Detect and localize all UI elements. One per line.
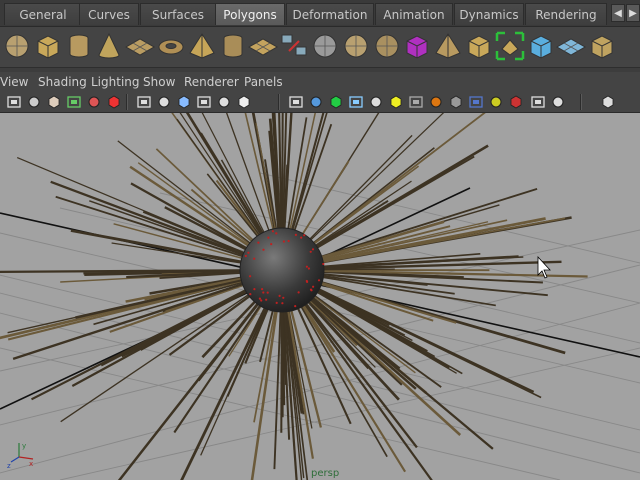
shelf-tab-rendering[interactable]: Rendering bbox=[525, 3, 607, 25]
mirror-icon[interactable] bbox=[400, 29, 434, 63]
isolate-select-icon[interactable] bbox=[508, 94, 524, 110]
booleans-icon[interactable] bbox=[370, 29, 404, 63]
shelf-tab-curves[interactable]: Curves bbox=[79, 3, 139, 25]
menu-view[interactable]: View bbox=[0, 75, 28, 89]
axis-gizmo: y x z bbox=[7, 442, 33, 470]
shelf-tab-deformation[interactable]: Deformation bbox=[286, 3, 374, 25]
toolbar-separator bbox=[278, 94, 280, 110]
camera-attributes-icon[interactable] bbox=[26, 94, 42, 110]
shelf-tab-general[interactable]: General bbox=[4, 3, 82, 25]
poly-sphere-icon[interactable] bbox=[0, 29, 34, 63]
shelf-tab-animation[interactable]: Animation bbox=[375, 3, 453, 25]
2d-pan-zoom-icon[interactable] bbox=[86, 94, 102, 110]
extrude-icon[interactable] bbox=[431, 29, 465, 63]
image-plane-icon[interactable] bbox=[66, 94, 82, 110]
poly-pyramid-icon[interactable] bbox=[185, 29, 219, 63]
textured-icon[interactable] bbox=[368, 94, 384, 110]
svg-text:z: z bbox=[7, 462, 11, 470]
panel-toolbar bbox=[0, 92, 640, 113]
depth-of-field-icon[interactable] bbox=[488, 94, 504, 110]
shadows-icon[interactable] bbox=[408, 94, 424, 110]
bridge-icon[interactable] bbox=[462, 29, 496, 63]
bevel-icon[interactable] bbox=[554, 29, 588, 63]
smooth-shade-icon[interactable] bbox=[308, 94, 324, 110]
menu-show[interactable]: Show bbox=[143, 75, 175, 89]
gate-mask-icon[interactable] bbox=[196, 94, 212, 110]
xray-joints-icon[interactable] bbox=[530, 94, 546, 110]
toolbar-separator bbox=[126, 94, 128, 110]
motion-blur-icon[interactable] bbox=[448, 94, 464, 110]
panel-menu-bar: View Shading Lighting Show Renderer Panels bbox=[0, 72, 640, 92]
poly-cylinder-icon[interactable] bbox=[62, 29, 96, 63]
field-chart-icon[interactable] bbox=[216, 94, 232, 110]
sea-urchin-body[interactable] bbox=[239, 227, 325, 313]
svg-text:x: x bbox=[29, 460, 33, 468]
shelf-tab-dynamics[interactable]: Dynamics bbox=[454, 3, 524, 25]
toolbar-separator bbox=[580, 94, 582, 110]
arrow-left-icon[interactable]: ◀ bbox=[611, 4, 625, 22]
menu-lighting[interactable]: Lighting bbox=[91, 75, 140, 89]
menu-shading[interactable]: Shading bbox=[38, 75, 87, 89]
shelf-tab-bar: General Curves Surfaces Polygons Deformation… bbox=[0, 0, 640, 27]
polygons-shelf bbox=[0, 27, 640, 68]
multisample-aa-icon[interactable] bbox=[468, 94, 484, 110]
arrow-right-icon[interactable]: ▶ bbox=[626, 4, 640, 22]
poly-cone-icon[interactable] bbox=[92, 29, 126, 63]
select-camera-icon[interactable] bbox=[6, 94, 22, 110]
poly-cube-icon[interactable] bbox=[31, 29, 65, 63]
append-polygon-icon[interactable] bbox=[493, 29, 527, 63]
soften-edge-icon[interactable] bbox=[585, 29, 619, 63]
resolution-gate-icon[interactable] bbox=[176, 94, 192, 110]
poly-torus-icon[interactable] bbox=[154, 29, 188, 63]
poly-pipe-icon[interactable] bbox=[216, 29, 250, 63]
shelf-tab-surfaces[interactable]: Surfaces bbox=[140, 3, 216, 25]
menu-panels[interactable]: Panels bbox=[244, 75, 283, 89]
extract-icon[interactable] bbox=[308, 29, 342, 63]
grid-icon[interactable] bbox=[136, 94, 152, 110]
xray-icon[interactable] bbox=[348, 94, 364, 110]
scene-view[interactable]: y x z bbox=[0, 113, 640, 480]
bookmarks-icon[interactable] bbox=[46, 94, 62, 110]
camera-name-label: persp bbox=[311, 468, 340, 479]
separate-icon[interactable] bbox=[277, 29, 311, 63]
xray-active-components-icon[interactable] bbox=[550, 94, 566, 110]
svg-text:y: y bbox=[22, 442, 26, 450]
screen-space-ao-icon[interactable] bbox=[428, 94, 444, 110]
grease-pencil-icon[interactable] bbox=[106, 94, 122, 110]
use-all-lights-icon[interactable] bbox=[388, 94, 404, 110]
perspective-viewport[interactable]: y x z persp bbox=[0, 113, 640, 480]
wireframe-on-shaded-icon[interactable] bbox=[328, 94, 344, 110]
wireframe-icon[interactable] bbox=[288, 94, 304, 110]
split-polygon-icon[interactable] bbox=[524, 29, 558, 63]
poly-plane-icon[interactable] bbox=[123, 29, 157, 63]
safe-action-icon[interactable] bbox=[236, 94, 252, 110]
hypershade-icon[interactable] bbox=[600, 94, 616, 110]
shelf-tab-polygons[interactable]: Polygons bbox=[215, 3, 285, 25]
film-gate-icon[interactable] bbox=[156, 94, 172, 110]
menu-renderer[interactable]: Renderer bbox=[184, 75, 239, 89]
smooth-icon[interactable] bbox=[339, 29, 373, 63]
combine-icon[interactable] bbox=[246, 29, 280, 63]
